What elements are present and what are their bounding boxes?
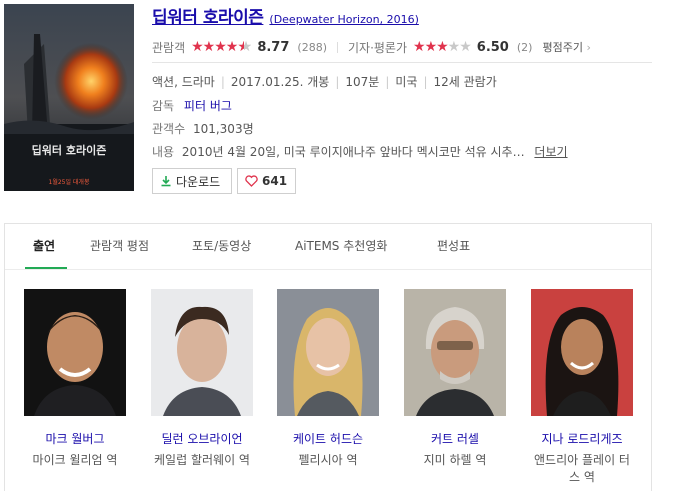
- heart-icon: [245, 175, 258, 187]
- divider: [152, 62, 652, 63]
- tab-bar: 출연 관람객 평점 포토/동영상 AiTEMS 추천영화 편성표: [5, 224, 651, 270]
- release-date[interactable]: 2017.01.25. 개봉: [231, 75, 329, 89]
- tab-audience-rating[interactable]: 관람객 평점: [90, 237, 149, 254]
- audience-count-row: 관객수 101,303명: [152, 120, 254, 137]
- active-tab-indicator: [25, 267, 67, 269]
- cast-role: 케일럽 할러웨이 역: [154, 453, 250, 467]
- person-photo: [151, 289, 253, 416]
- download-button[interactable]: 다운로드: [152, 168, 232, 194]
- plot-more-link[interactable]: 더보기: [534, 145, 567, 159]
- cast-role: 앤드리아 플레이 터스 역: [534, 453, 630, 484]
- country[interactable]: 미국: [395, 75, 417, 89]
- audience-rating-label: 관람객: [152, 40, 186, 55]
- cast-photo[interactable]: [24, 289, 126, 416]
- star-empty-icon: ★: [244, 39, 252, 55]
- plot-label: 내용: [152, 145, 175, 159]
- cast-role: 지미 하렐 역: [423, 453, 487, 467]
- star-empty-icon: ★★: [447, 39, 472, 55]
- person-photo: [404, 289, 506, 416]
- person-photo: [531, 289, 633, 416]
- cast-name-link[interactable]: 지나 로드리게즈: [531, 430, 633, 447]
- audience-rating-count[interactable]: (288): [297, 41, 327, 54]
- cast-photo[interactable]: [277, 289, 379, 416]
- rate-link-label: 평점주기: [542, 41, 583, 54]
- director-label: 감독: [152, 99, 175, 113]
- cast-photo[interactable]: [404, 289, 506, 416]
- poster-image: 딥워터 호라이즌 1월25일 대개봉: [4, 4, 134, 191]
- cast-name-link[interactable]: 케이트 허드슨: [277, 430, 379, 447]
- audience-rating-stars: ★★★★★★: [191, 39, 251, 55]
- tab-cast[interactable]: 출연: [33, 237, 55, 254]
- genre[interactable]: 액션, 드라마: [152, 75, 215, 89]
- like-button[interactable]: 641: [237, 168, 296, 194]
- director-link[interactable]: 피터 버그: [184, 99, 232, 113]
- cast-role: 마이크 윌리엄 역: [32, 453, 118, 467]
- tab-schedule[interactable]: 편성표: [437, 237, 470, 254]
- summary-row: 액션, 드라마 | 2017.01.25. 개봉 | 107분 | 미국 | 12세 관람가: [152, 75, 497, 89]
- plot-text: 2010년 4월 20일, 미국 루이지애나주 앞바다 멕시코만 석유 시추…: [181, 145, 525, 159]
- cast-name-link[interactable]: 커트 러셀: [404, 430, 506, 447]
- movie-poster[interactable]: 딥워터 호라이즌 1월25일 대개봉: [4, 4, 134, 191]
- movie-original-title-link[interactable]: (Deepwater Horizon, 2016): [269, 13, 418, 26]
- cast-role: 펠리시아 역: [298, 453, 358, 467]
- runtime: 107분: [345, 75, 380, 89]
- download-label: 다운로드: [176, 174, 221, 189]
- poster-title: 딥워터 호라이즌: [32, 143, 107, 157]
- person-photo: [277, 289, 379, 416]
- star-icon: ★★★: [413, 39, 449, 55]
- chevron-right-icon: ›: [586, 41, 591, 54]
- title-row: 딥워터 호라이즌 (Deepwater Horizon, 2016): [152, 3, 419, 28]
- critic-score: 6.50: [476, 39, 509, 55]
- age-rating: 12세 관람가: [433, 75, 497, 89]
- tab-aitems-recommend[interactable]: AiTEMS 추천영화: [295, 237, 387, 254]
- like-count: 641: [262, 174, 288, 188]
- rate-link[interactable]: 평점주기 ›: [542, 39, 590, 55]
- poster-release-badge: 1월25일 대개봉: [49, 178, 90, 186]
- cast-photo[interactable]: [531, 289, 633, 416]
- half-star-icon: ★: [237, 39, 245, 55]
- rating-row: 관람객 ★★★★★★ 8.77 (288) 기자·평론가 ★★★★★ 6.50 …: [152, 37, 692, 57]
- divider: [337, 41, 338, 53]
- movie-title-link[interactable]: 딥워터 호라이즌: [152, 8, 264, 28]
- audience-score: 8.77: [257, 39, 290, 55]
- critic-rating-count[interactable]: (2): [517, 41, 533, 54]
- critic-rating-label: 기자·평론가: [348, 40, 408, 55]
- download-icon: [161, 176, 171, 187]
- director-row: 감독 피터 버그: [152, 97, 232, 114]
- plot-row: 내용 2010년 4월 20일, 미국 루이지애나주 앞바다 멕시코만 석유 시…: [152, 143, 568, 160]
- person-photo: [24, 289, 126, 416]
- cast-name-link[interactable]: 마크 월버그: [24, 430, 126, 447]
- critic-rating-stars: ★★★★★: [413, 39, 472, 55]
- star-icon: ★★★★: [191, 39, 238, 55]
- tab-photo-video[interactable]: 포토/동영상: [192, 237, 251, 254]
- cast-photo[interactable]: [151, 289, 253, 416]
- audience-count: 101,303명: [192, 122, 254, 136]
- cast-name-link[interactable]: 딜런 오브라이언: [151, 430, 253, 447]
- audience-count-label: 관객수: [152, 122, 186, 136]
